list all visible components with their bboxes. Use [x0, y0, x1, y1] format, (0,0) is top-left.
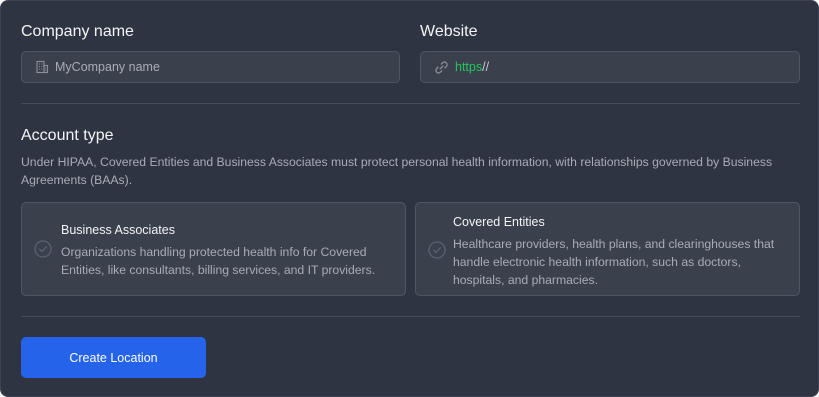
- divider: [21, 103, 800, 104]
- option-title: Covered Entities: [453, 215, 545, 229]
- option-title: Business Associates: [61, 223, 175, 237]
- website-prefix-separator: //: [482, 60, 490, 74]
- company-name-label: Company name: [21, 23, 134, 40]
- link-icon: [435, 60, 448, 74]
- account-type-title: Account type: [21, 127, 114, 144]
- company-name-placeholder: MyCompany name: [55, 60, 160, 74]
- account-option-covered-entities[interactable]: Covered Entities Healthcare providers, h…: [415, 202, 800, 296]
- account-type-description: Under HIPAA, Covered Entities and Busine…: [21, 155, 773, 187]
- check-circle-icon: [34, 240, 52, 258]
- create-location-button[interactable]: Create Location: [21, 337, 206, 378]
- website-label: Website: [420, 23, 478, 40]
- account-option-business-associates[interactable]: Business Associates Organizations handli…: [21, 202, 406, 296]
- location-form-panel: Company name MyCompany name Website http…: [0, 0, 819, 397]
- option-description: Healthcare providers, health plans, and …: [453, 237, 775, 287]
- option-description: Organizations handling protected health …: [61, 245, 376, 277]
- website-prefix: https//: [455, 60, 489, 74]
- building-icon: [36, 60, 49, 74]
- company-name-input[interactable]: MyCompany name: [21, 51, 400, 83]
- website-input[interactable]: https//: [420, 51, 800, 83]
- divider: [21, 316, 800, 317]
- website-prefix-scheme: https: [455, 60, 483, 74]
- check-circle-icon: [428, 241, 446, 259]
